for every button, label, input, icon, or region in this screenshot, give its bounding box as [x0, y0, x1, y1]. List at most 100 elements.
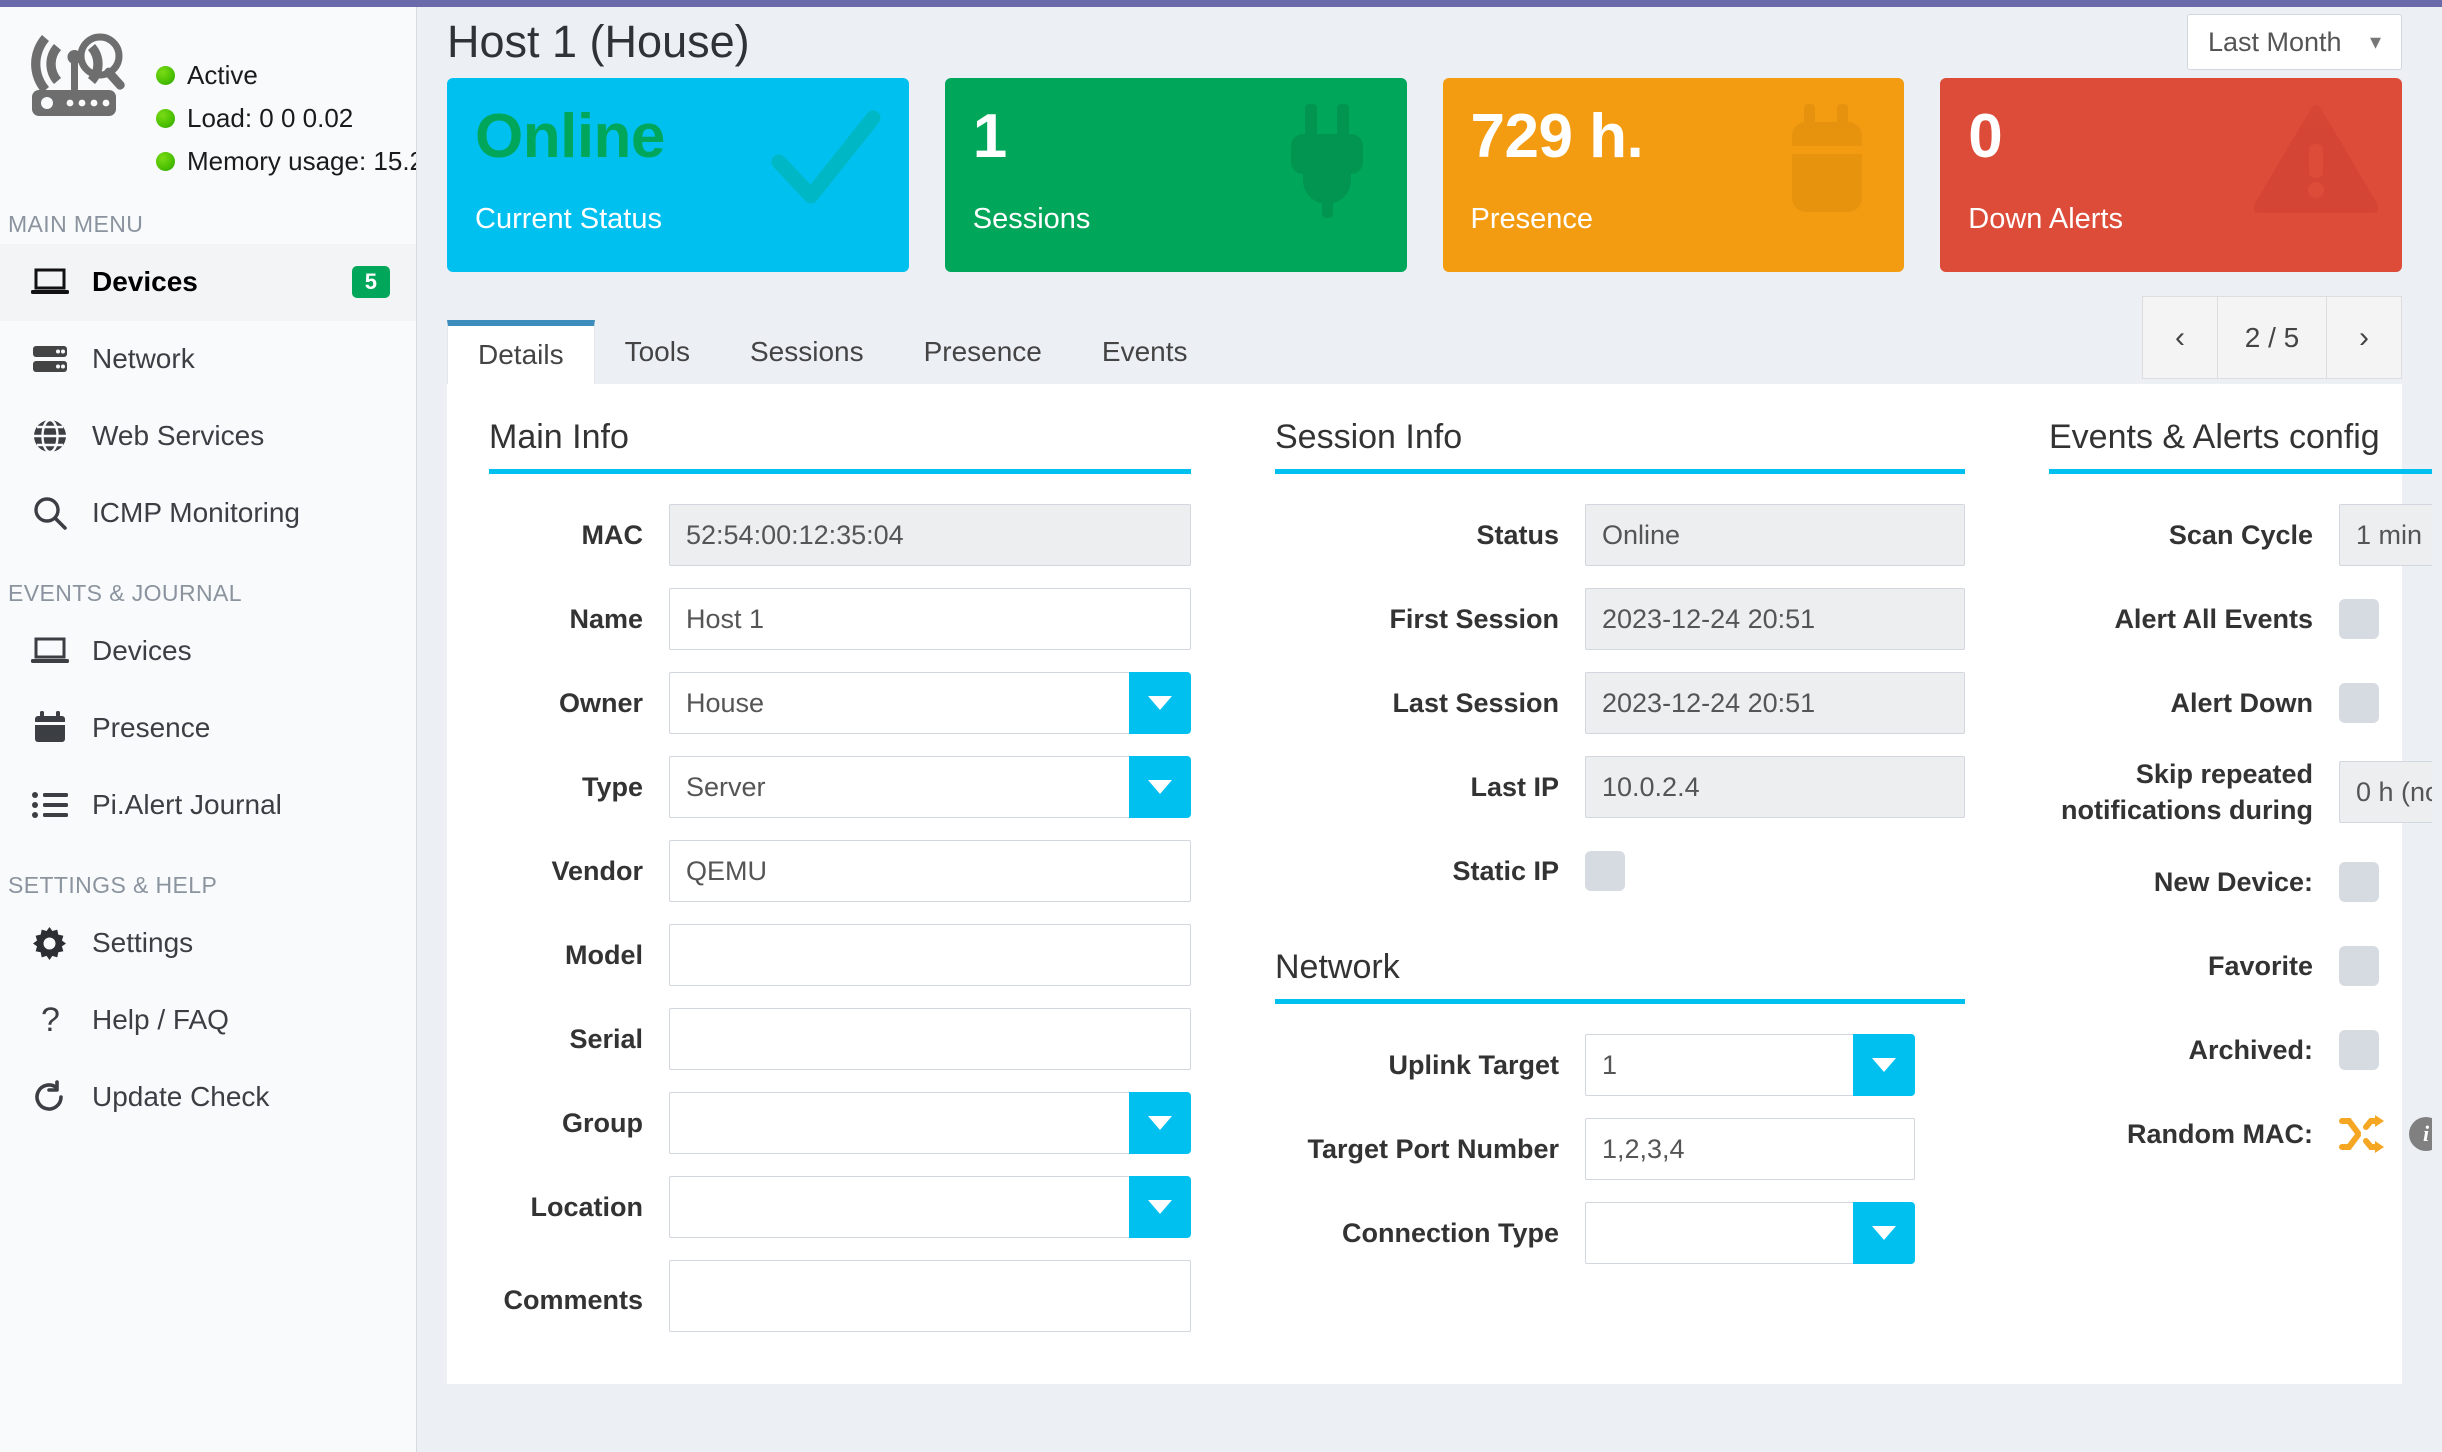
connection-type-select[interactable] — [1585, 1202, 1915, 1264]
tab-presence[interactable]: Presence — [894, 320, 1072, 384]
field-label: Owner — [489, 685, 669, 721]
field-alert-all-events: Alert All Events — [2049, 588, 2442, 650]
prev-page-button[interactable]: ‹ — [2142, 296, 2218, 379]
sidebar-item-label: Network — [92, 343, 416, 375]
sidebar-item-label: Pi.Alert Journal — [92, 789, 416, 821]
sidebar: Active Load: 0 0 0.02 Memory usage: 15.2… — [0, 0, 417, 1452]
sidebar-item-label: Presence — [92, 712, 416, 744]
alert-all-events-checkbox[interactable] — [2339, 599, 2379, 639]
page-header: Host 1 (House) Last Month ▾ — [417, 0, 2442, 78]
top-accent-bar — [0, 0, 2442, 7]
time-range-value: Last Month — [2208, 27, 2342, 58]
shuffle-icon — [2339, 1114, 2385, 1154]
sidebar-item-presence[interactable]: Presence — [0, 690, 416, 767]
main-content: Host 1 (House) Last Month ▾ Online Curre… — [417, 0, 2442, 1452]
calendar-icon — [1774, 104, 1880, 225]
model-input[interactable] — [669, 924, 1191, 986]
chevron-down-icon: ▾ — [2370, 29, 2381, 55]
dropdown-caret-icon[interactable] — [1129, 756, 1191, 818]
sidebar-item-update-check[interactable]: Update Check — [0, 1059, 416, 1136]
summary-cards: Online Current Status 1 Sessions 729 h. … — [417, 78, 2442, 272]
new-device-checkbox[interactable] — [2339, 862, 2379, 902]
page-position: 2 / 5 — [2217, 296, 2327, 379]
alert-down-checkbox[interactable] — [2339, 683, 2379, 723]
field-model: Model — [489, 924, 1191, 986]
location-select[interactable] — [669, 1176, 1191, 1238]
sidebar-group-main-menu: MAIN MENU — [0, 183, 416, 244]
pagination: ‹ 2 / 5 › — [2143, 296, 2402, 379]
serial-input[interactable] — [669, 1008, 1191, 1070]
field-last-session: Last Session 2023-12-24 20:51 — [1275, 672, 1965, 734]
group-select[interactable] — [669, 1092, 1191, 1154]
vendor-input[interactable]: QEMU — [669, 840, 1191, 902]
dropdown-caret-icon[interactable] — [1129, 672, 1191, 734]
sidebar-item-icmp-monitoring[interactable]: ICMP Monitoring — [0, 475, 416, 552]
skip-repeated-value: 0 h (notify all ev — [2339, 761, 2442, 823]
field-last-ip: Last IP 10.0.2.4 — [1275, 756, 1965, 818]
card-down-alerts[interactable]: 0 Down Alerts — [1940, 78, 2402, 272]
scan-cycle-select[interactable]: 1 min — [2339, 504, 2442, 566]
comments-textarea[interactable] — [669, 1260, 1191, 1332]
sidebar-item-label: Update Check — [92, 1081, 416, 1113]
last-ip-input: 10.0.2.4 — [1585, 756, 1965, 818]
sidebar-item-pialert-journal[interactable]: Pi.Alert Journal — [0, 767, 416, 844]
dropdown-caret-icon[interactable] — [1129, 1176, 1191, 1238]
field-label: Model — [489, 937, 669, 973]
field-label: Last IP — [1275, 769, 1585, 805]
card-label: Current Status — [475, 203, 662, 236]
status-load-row: Load: 0 0 0.02 — [156, 97, 417, 140]
uplink-target-select[interactable]: 1 — [1585, 1034, 1915, 1096]
sidebar-item-devices[interactable]: Devices 5 — [0, 244, 416, 321]
card-sessions[interactable]: 1 Sessions — [945, 78, 1407, 272]
name-input[interactable]: Host 1 — [669, 588, 1191, 650]
field-label: Location — [489, 1189, 669, 1225]
card-presence[interactable]: 729 h. Presence — [1443, 78, 1905, 272]
app-root: Active Load: 0 0 0.02 Memory usage: 15.2… — [0, 0, 2442, 1452]
tab-events[interactable]: Events — [1072, 320, 1218, 384]
field-label: Last Session — [1275, 685, 1585, 721]
events-alerts-config-section: Events & Alerts config Scan Cycle 1 min … — [2007, 418, 2442, 1384]
owner-select[interactable]: House — [669, 672, 1191, 734]
connection-type-value — [1585, 1202, 1853, 1264]
memory-dot-green-icon — [156, 152, 175, 171]
field-new-device: New Device: — [2049, 851, 2442, 913]
favorite-checkbox[interactable] — [2339, 946, 2379, 986]
question-icon: ? — [30, 1000, 70, 1040]
field-label: Uplink Target — [1275, 1047, 1585, 1083]
static-ip-checkbox[interactable] — [1585, 851, 1625, 891]
calendar-icon — [30, 708, 70, 748]
time-range-select[interactable]: Last Month ▾ — [2187, 14, 2402, 70]
dropdown-caret-icon[interactable] — [1853, 1202, 1915, 1264]
tab-list: Details Tools Sessions Presence Events — [447, 320, 2402, 384]
dropdown-caret-icon[interactable] — [1853, 1034, 1915, 1096]
sidebar-item-events-devices[interactable]: Devices — [0, 613, 416, 690]
field-group: Group — [489, 1092, 1191, 1154]
group-value — [669, 1092, 1129, 1154]
field-comments: Comments — [489, 1260, 1191, 1332]
sidebar-item-settings[interactable]: Settings — [0, 905, 416, 982]
skip-repeated-select[interactable]: 0 h (notify all ev — [2339, 761, 2442, 823]
status-load-text: Load: 0 0 0.02 — [187, 97, 353, 140]
sidebar-item-network[interactable]: Network — [0, 321, 416, 398]
sidebar-item-web-services[interactable]: Web Services — [0, 398, 416, 475]
target-port-input[interactable]: 1,2,3,4 — [1585, 1118, 1915, 1180]
sidebar-group-settings-help: SETTINGS & HELP — [0, 844, 416, 905]
dropdown-caret-icon[interactable] — [1129, 1092, 1191, 1154]
content-scrollbar[interactable] — [2432, 7, 2442, 1452]
laptop-icon — [30, 262, 70, 302]
field-status: Status Online — [1275, 504, 1965, 566]
tab-sessions[interactable]: Sessions — [720, 320, 894, 384]
field-location: Location — [489, 1176, 1191, 1238]
tab-tools[interactable]: Tools — [595, 320, 720, 384]
tab-details[interactable]: Details — [447, 320, 595, 384]
archived-checkbox[interactable] — [2339, 1030, 2379, 1070]
field-random-mac: Random MAC: — [2049, 1103, 2442, 1165]
main-info-section: Main Info MAC 52:54:00:12:35:04 Name Hos… — [447, 418, 1233, 1384]
refresh-icon — [30, 1077, 70, 1117]
sidebar-item-help-faq[interactable]: ? Help / FAQ — [0, 982, 416, 1059]
type-select[interactable]: Server — [669, 756, 1191, 818]
next-page-button[interactable]: › — [2326, 296, 2402, 379]
sidebar-item-label: Devices — [92, 635, 416, 667]
field-label: Name — [489, 601, 669, 637]
card-current-status[interactable]: Online Current Status — [447, 78, 909, 272]
